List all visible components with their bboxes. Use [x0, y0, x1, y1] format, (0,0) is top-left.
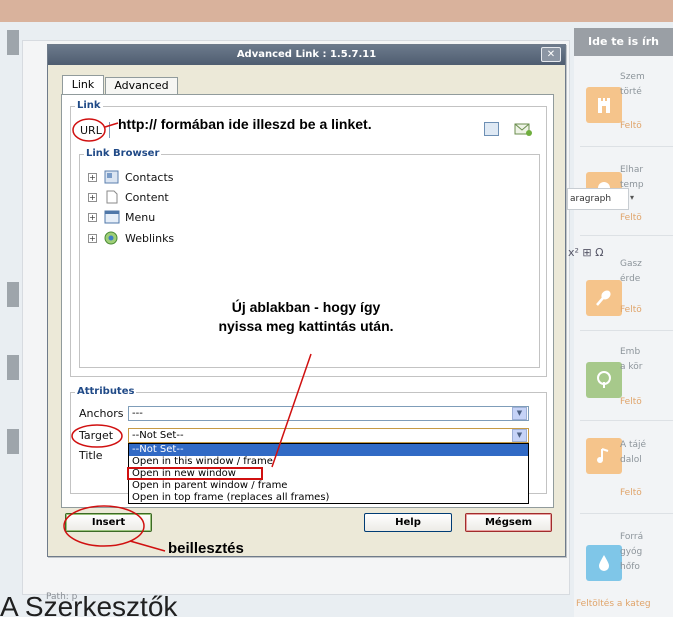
sidebar-item-link[interactable]: Feltö	[620, 305, 673, 315]
anchors-label: Anchors	[79, 407, 124, 420]
sidebar-item-text: gyóg	[620, 547, 643, 557]
annotation-insert-note: beillesztés	[168, 540, 244, 557]
expand-icon[interactable]: +	[88, 212, 97, 222]
attributes-legend: Attributes	[75, 386, 137, 397]
target-label: Target	[79, 429, 114, 442]
tree-item[interactable]: + Content	[88, 188, 169, 206]
sidebar-item-link[interactable]: Feltö	[620, 121, 673, 131]
page-heading: A Szerkesztők	[0, 591, 178, 617]
left-scroll-tab	[7, 30, 19, 55]
water-drop-icon	[586, 545, 622, 581]
url-label: URL	[80, 124, 102, 137]
target-select-value: --Not Set--	[132, 430, 184, 441]
sidebar-item-text: Elhar	[620, 165, 644, 175]
sidebar-item-text: Gasz	[620, 259, 642, 269]
tree-item[interactable]: + Weblinks	[88, 229, 174, 247]
weblinks-icon	[104, 231, 120, 245]
tab-link[interactable]: Link	[62, 75, 104, 94]
tab-advanced[interactable]: Advanced	[105, 77, 178, 94]
sidebar-item-text: érde	[620, 274, 641, 284]
sidebar-divider	[580, 330, 673, 331]
target-select[interactable]: --Not Set--	[128, 428, 529, 443]
chevron-down-icon: ▾	[630, 193, 635, 202]
dialog-title: Advanced Link : 1.5.7.11	[48, 45, 565, 65]
left-scroll-tab	[7, 355, 19, 380]
sidebar-item-text: Szem	[620, 72, 645, 82]
help-button[interactable]: Help	[364, 513, 452, 532]
spoon-icon	[586, 280, 622, 316]
tree-item-label: Weblinks	[125, 231, 175, 245]
tree-item-label: Content	[125, 190, 169, 204]
anchors-select[interactable]: ---	[128, 406, 529, 421]
tree-item-label: Menu	[125, 210, 156, 224]
dropdown-option[interactable]: Open in parent window / frame	[129, 480, 528, 492]
link-legend: Link	[75, 100, 103, 111]
dropdown-option[interactable]: --Not Set--	[129, 444, 528, 456]
paragraph-format-select[interactable]: aragraph	[567, 188, 629, 210]
cancel-button[interactable]: Mégsem	[465, 513, 552, 532]
expand-icon[interactable]: +	[88, 233, 97, 243]
sidebar-item-link[interactable]: Feltö	[620, 397, 673, 407]
annotation-new-window-note: Új ablakban - hogy így nyissa meg kattin…	[218, 299, 394, 334]
title-label: Title	[79, 449, 103, 462]
annotation-url-note: http:// formában ide illeszd be a linket…	[118, 116, 372, 132]
sidebar-item-link[interactable]: Feltö	[620, 213, 673, 223]
tree-item-label: Contacts	[125, 170, 174, 184]
contacts-icon	[104, 170, 120, 184]
sidebar-divider	[580, 513, 673, 514]
sidebar-item-text: hőfo	[620, 562, 640, 572]
chevron-down-icon[interactable]: ▼	[512, 407, 527, 420]
sidebar-item-text: a kör	[620, 362, 643, 372]
link-browser-legend: Link Browser	[84, 148, 162, 159]
dropdown-option[interactable]: Open in top frame (replaces all frames)	[129, 492, 528, 504]
sidebar-item-text: dalol	[620, 455, 642, 465]
email-link-icon[interactable]	[514, 122, 532, 139]
sidebar-item-text: Emb	[620, 347, 641, 357]
castle-icon	[586, 87, 622, 123]
url-input[interactable]	[109, 122, 115, 138]
left-scroll-tab	[7, 282, 19, 307]
insert-button[interactable]: Insert	[65, 513, 152, 532]
annotation-highlight-box	[127, 467, 263, 480]
sidebar-divider	[580, 235, 673, 236]
expand-icon[interactable]: +	[88, 172, 97, 182]
close-button[interactable]: ✕	[541, 47, 561, 62]
editor-symbol-toolbar[interactable]: x² ⊞ Ω	[568, 246, 604, 259]
top-header-band	[0, 0, 673, 22]
tree-item[interactable]: + Contacts	[88, 168, 174, 186]
sidebar-item-text: A tájé	[620, 440, 647, 450]
sidebar-heading: Ide te is írh	[574, 28, 673, 56]
music-note-icon	[586, 438, 622, 474]
chevron-down-icon[interactable]: ▼	[512, 429, 527, 442]
menu-icon	[104, 210, 120, 224]
left-scroll-tab	[7, 429, 19, 454]
content-icon	[104, 190, 120, 204]
leaf-tree-icon	[586, 362, 622, 398]
tree-item[interactable]: + Menu	[88, 208, 155, 226]
browse-icon[interactable]	[484, 122, 499, 136]
sidebar-divider	[580, 420, 673, 421]
sidebar-footer-link[interactable]: Feltöltés a kateg	[576, 599, 651, 609]
anchors-select-value: ---	[132, 408, 143, 419]
expand-icon[interactable]: +	[88, 192, 97, 202]
sidebar-divider	[580, 146, 673, 147]
sidebar-item-link[interactable]: Feltö	[620, 488, 673, 498]
sidebar-item-text: törté	[620, 87, 642, 97]
sidebar-item-text: Forrá	[620, 532, 644, 542]
